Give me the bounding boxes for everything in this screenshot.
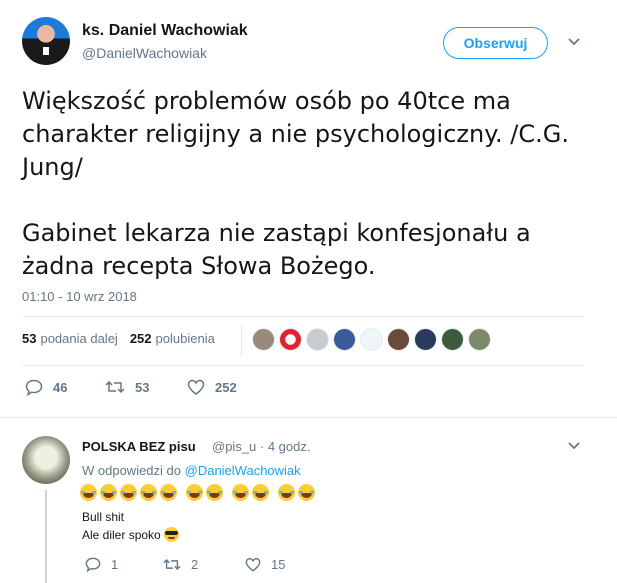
tweet-timestamp[interactable]: 01:10 - 10 wrz 2018 — [22, 289, 137, 304]
divider — [22, 365, 584, 366]
retweet-icon — [163, 557, 181, 572]
reply-text-line1: Bull shit — [82, 510, 125, 524]
stats-separator — [241, 325, 242, 357]
reply-reply-count: 1 — [111, 557, 119, 572]
reply-author-avatar[interactable] — [22, 436, 70, 484]
retweet-action[interactable]: 53 — [105, 379, 149, 395]
reply-action[interactable]: 46 — [25, 379, 67, 396]
liker-avatar[interactable] — [333, 328, 356, 351]
reply-count: 46 — [53, 380, 68, 395]
sunglasses-emoji-icon — [164, 527, 180, 542]
reply-retweet-count: 2 — [191, 557, 199, 572]
reply-more-chevron-down-icon[interactable] — [568, 442, 580, 450]
laughing-emoji-icon — [206, 484, 223, 501]
tweet-stats: 53 podania dalej 252 polubienia — [22, 331, 215, 346]
reply-like-action[interactable]: 15 — [245, 557, 285, 572]
laughing-emoji-icon — [100, 484, 117, 501]
reply-like-count: 15 — [271, 557, 286, 572]
author-handle[interactable]: @DanielWachowiak — [82, 45, 207, 61]
likes-stat[interactable]: 252 polubienia — [130, 331, 215, 346]
liker-avatar[interactable] — [360, 328, 383, 351]
thread-line — [45, 490, 47, 583]
author-avatar[interactable] — [22, 17, 70, 65]
retweet-icon — [105, 379, 125, 395]
retweets-stat[interactable]: 53 podania dalej — [22, 331, 118, 346]
laughing-emoji-icon — [186, 484, 203, 501]
reply-text-line2: Ale diler spoko — [82, 527, 180, 542]
reply-to-handle-link[interactable]: @DanielWachowiak — [185, 463, 301, 478]
liker-avatar[interactable] — [441, 328, 464, 351]
follow-button[interactable]: Obserwuj — [443, 27, 548, 59]
liker-avatar[interactable] — [252, 328, 275, 351]
reply-icon — [85, 557, 101, 572]
reply-author-name[interactable]: POLSKA BEZ pisu — [82, 439, 196, 454]
laughing-emoji-icon — [140, 484, 157, 501]
more-options-chevron-down-icon[interactable] — [568, 38, 580, 46]
laughing-emoji-icon — [160, 484, 177, 501]
laughing-emoji-icon — [232, 484, 249, 501]
reply-meta: @pis_u · 4 godz. — [212, 439, 311, 454]
reply-icon — [25, 379, 43, 396]
laughing-emoji-icon — [278, 484, 295, 501]
divider — [0, 417, 617, 418]
liker-avatar[interactable] — [279, 328, 302, 351]
reply-retweet-action[interactable]: 2 — [163, 557, 198, 572]
liker-avatar[interactable] — [468, 328, 491, 351]
liker-avatar[interactable] — [414, 328, 437, 351]
liker-avatar[interactable] — [387, 328, 410, 351]
likers-avatars — [252, 328, 491, 351]
tweet-text: Większość problemów osób po 40tce ma cha… — [22, 87, 569, 280]
laughing-emoji-icon — [80, 484, 97, 501]
heart-icon — [245, 557, 261, 572]
reply-time[interactable]: 4 godz. — [268, 439, 311, 454]
liker-avatar[interactable] — [306, 328, 329, 351]
like-action[interactable]: 252 — [187, 379, 237, 395]
reply-reply-action[interactable]: 1 — [85, 557, 118, 572]
like-count: 252 — [215, 379, 237, 395]
laughing-emoji-icon — [120, 484, 137, 501]
laughing-emoji-icon — [298, 484, 315, 501]
laughing-emoji-icon — [252, 484, 269, 501]
author-name[interactable]: ks. Daniel Wachowiak — [82, 22, 248, 40]
heart-icon — [187, 379, 205, 395]
emoji-row — [80, 484, 315, 501]
divider — [22, 316, 584, 317]
reply-to-context: W odpowiedzi do @DanielWachowiak — [82, 463, 301, 478]
retweet-count: 53 — [135, 379, 150, 395]
reply-author-handle[interactable]: @pis_u — [212, 439, 256, 454]
